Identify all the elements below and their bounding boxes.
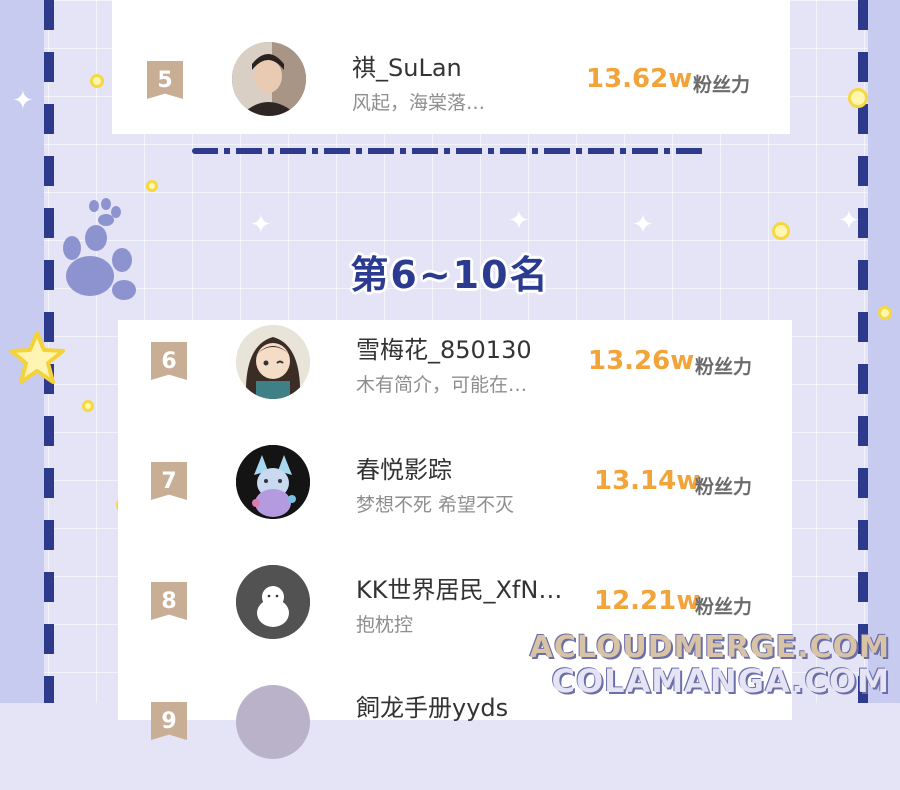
avatar[interactable] [232,42,306,116]
fans-value: 12.21w [594,586,701,616]
rank-badge: 5 [147,61,183,99]
fans-value: 13.14w [594,466,701,496]
rank-badge: 8 [151,582,187,620]
fans-label: 粉丝力 [695,596,753,618]
user-bio: 风起，海棠落… [352,92,486,114]
watermark-line-1: ACLOUDMERGE.COM [529,630,890,665]
user-bio: 抱枕控 [356,614,414,636]
user-bio: 木有简介，可能在… [356,374,528,396]
dot-decoration [90,74,104,88]
fans-label: 粉丝力 [695,476,753,498]
sparkle-icon: ✦ [632,210,654,240]
fans-value: 13.26w [588,346,695,376]
avatar[interactable] [236,565,310,639]
user-bio: 梦想不死 希望不灭 [356,494,515,516]
sparkle-icon: ✦ [838,206,860,236]
rank-badge: 6 [151,342,187,380]
avatar[interactable] [236,445,310,519]
fans-label: 粉丝力 [693,74,751,96]
star-icon [9,331,65,384]
dot-decoration [878,306,892,320]
dot-decoration [146,180,158,192]
fans-value: 13.62w [586,64,693,94]
dot-decoration [82,400,94,412]
section-title: 第6~10名 [350,253,550,297]
sparkle-icon: ✦ [250,210,272,240]
user-name[interactable]: 雪梅花_850130 [356,330,532,365]
user-name[interactable]: 祺_SuLan [352,48,462,83]
dot-decoration [848,88,868,108]
ranking-card-top: 5 祺_SuLan 风起，海棠落… 13.62w 粉丝力 [112,0,790,134]
rank-badge: 7 [151,462,187,500]
right-border-strip [868,0,900,703]
avatar[interactable] [236,685,310,759]
user-name[interactable]: 飼龙手册yyds [356,688,508,723]
avatar[interactable] [236,325,310,399]
dot-decoration [772,222,790,240]
dashed-divider [192,148,704,154]
fans-label: 粉丝力 [695,356,753,378]
paw-icon [63,198,136,300]
user-name[interactable]: 春悦影踪 [356,450,452,485]
watermark-line-2: COLAMANGA.COM [551,662,890,700]
ranking-row-7[interactable]: 7 春悦影踪 梦想不死 希望不灭 13.14w 粉丝力 [118,440,792,550]
sparkle-icon: ✦ [508,206,530,236]
ranking-row-6[interactable]: 6 雪梅花_850130 木有简介，可能在… 13.26w 粉丝力 [118,320,792,430]
rank-badge: 9 [151,702,187,740]
user-name[interactable]: KK世界居民_XfN… [356,570,562,605]
sparkle-icon: ✦ [12,86,34,116]
ranking-row-5[interactable]: 5 祺_SuLan 风起，海棠落… 13.62w 粉丝力 [112,22,790,132]
